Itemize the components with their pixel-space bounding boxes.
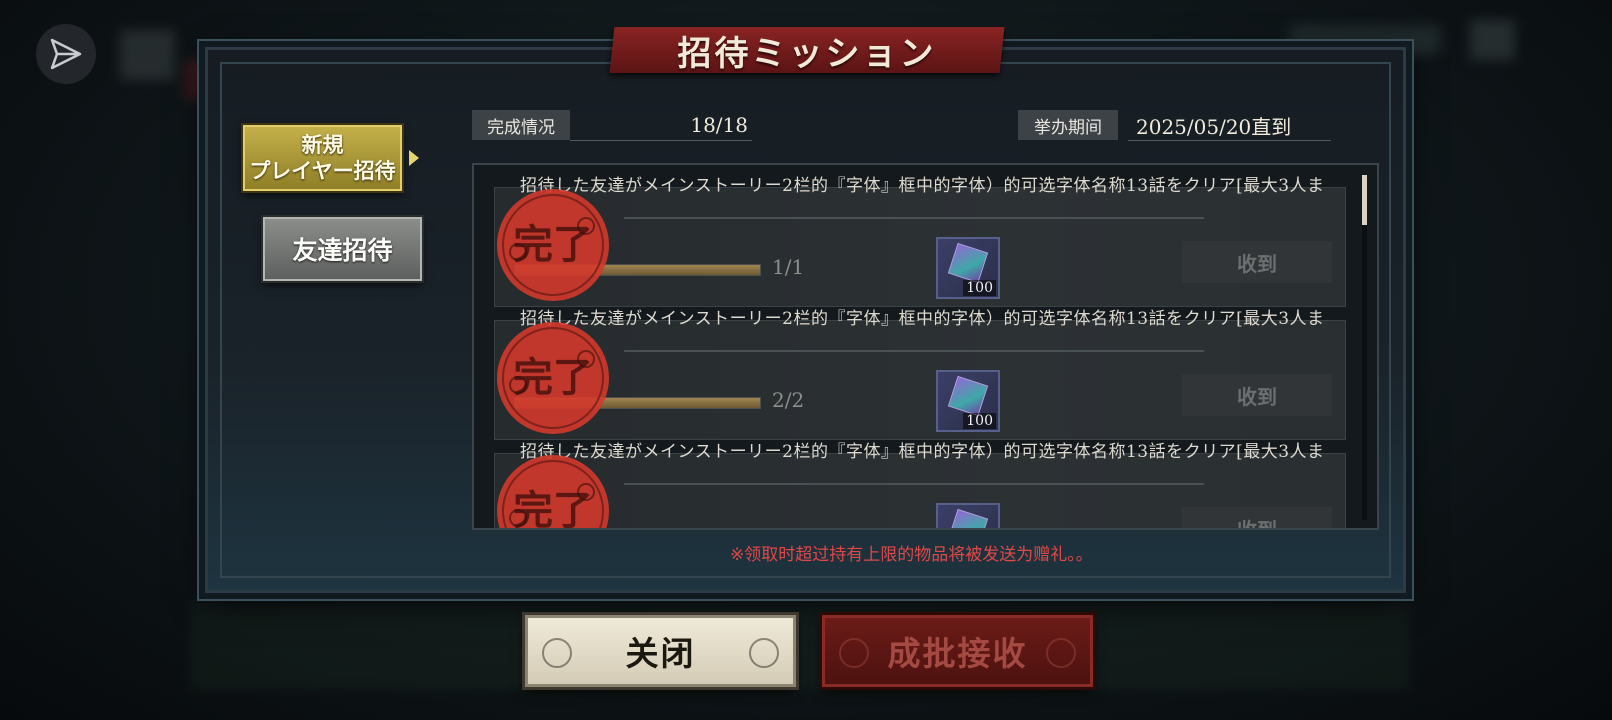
tab-friend-invite[interactable]: 友達招待 <box>263 217 422 281</box>
active-tab-arrow-icon <box>409 150 419 166</box>
tab-label-line2: プレイヤー招待 <box>249 158 396 183</box>
mission-row: 招待した友達がメインストーリー2栏的『字体』框中的字体）的可选字体名称13話をク… <box>474 431 1354 530</box>
close-button[interactable]: 关闭 <box>525 615 796 687</box>
reward-quantity: 100 <box>963 280 996 296</box>
ornament-icon <box>749 638 779 668</box>
stamp-text: 完了 <box>513 355 593 401</box>
stamp-text: 完了 <box>513 222 593 268</box>
tab-new-player-invite[interactable]: 新規 プレイヤー招待 <box>243 125 402 191</box>
scrollbar-thumb[interactable] <box>1362 175 1367 225</box>
mission-description: 招待した友達がメインストーリー2栏的『字体』框中的字体）的可选字体名称13話をク… <box>520 176 1325 196</box>
close-button-label: 关闭 <box>625 634 696 673</box>
ornament-icon <box>1046 638 1076 668</box>
claim-button[interactable]: 收到 <box>1182 241 1332 283</box>
batch-claim-button[interactable]: 成批接收 <box>822 615 1093 687</box>
mission-row: 招待した友達がメインストーリー2栏的『字体』框中的字体）的可选字体名称13話をク… <box>474 165 1354 307</box>
completed-stamp-icon: 完了 <box>497 189 609 301</box>
completion-value: 18/18 <box>570 110 752 141</box>
mission-list[interactable]: 招待した友達がメインストーリー2栏的『字体』框中的字体）的可选字体名称13話をク… <box>472 163 1379 530</box>
divider <box>624 350 1204 352</box>
progress-count: 2/2 <box>772 388 805 412</box>
reward-item[interactable]: 100 <box>936 503 1000 528</box>
scrollbar-track[interactable] <box>1362 175 1367 520</box>
ornament-icon <box>839 638 869 668</box>
completion-label: 完成情况 <box>472 110 570 140</box>
claim-button[interactable]: 收到 <box>1182 374 1332 416</box>
completed-stamp-icon: 完了 <box>497 322 609 434</box>
page-title: 招待ミッション <box>677 33 937 74</box>
period-value: 2025/05/20直到 <box>1128 110 1331 141</box>
mission-row: 招待した友達がメインストーリー2栏的『字体』框中的字体）的可选字体名称13話をク… <box>474 298 1354 440</box>
gem-icon <box>947 508 989 528</box>
mission-description: 招待した友達がメインストーリー2栏的『字体』框中的字体）的可选字体名称13話をク… <box>520 442 1325 462</box>
completed-stamp-icon: 完了 <box>497 455 609 530</box>
tab-label: 友達招待 <box>292 236 393 265</box>
share-button[interactable] <box>36 24 96 84</box>
reward-item[interactable]: 100 <box>936 237 1000 299</box>
gem-icon <box>947 375 989 417</box>
progress-count: 1/1 <box>772 255 805 279</box>
tab-label-line1: 新規 <box>301 132 344 157</box>
reward-quantity: 100 <box>963 413 996 429</box>
divider <box>624 217 1204 219</box>
gem-icon <box>947 242 989 284</box>
mission-description: 招待した友達がメインストーリー2栏的『字体』框中的字体）的可选字体名称13話をク… <box>520 309 1325 329</box>
reward-item[interactable]: 100 <box>936 370 1000 432</box>
divider <box>624 483 1204 485</box>
batch-claim-button-label: 成批接收 <box>887 634 1028 673</box>
overflow-note: ※领取时超过持有上限的物品将被发送为赠礼。。 <box>730 545 1093 565</box>
stamp-text: 完了 <box>513 488 593 530</box>
paper-plane-icon <box>50 38 82 70</box>
ornament-icon <box>542 638 572 668</box>
period-label: 挙办期间 <box>1018 110 1118 140</box>
claim-button[interactable]: 收到 <box>1182 507 1332 528</box>
